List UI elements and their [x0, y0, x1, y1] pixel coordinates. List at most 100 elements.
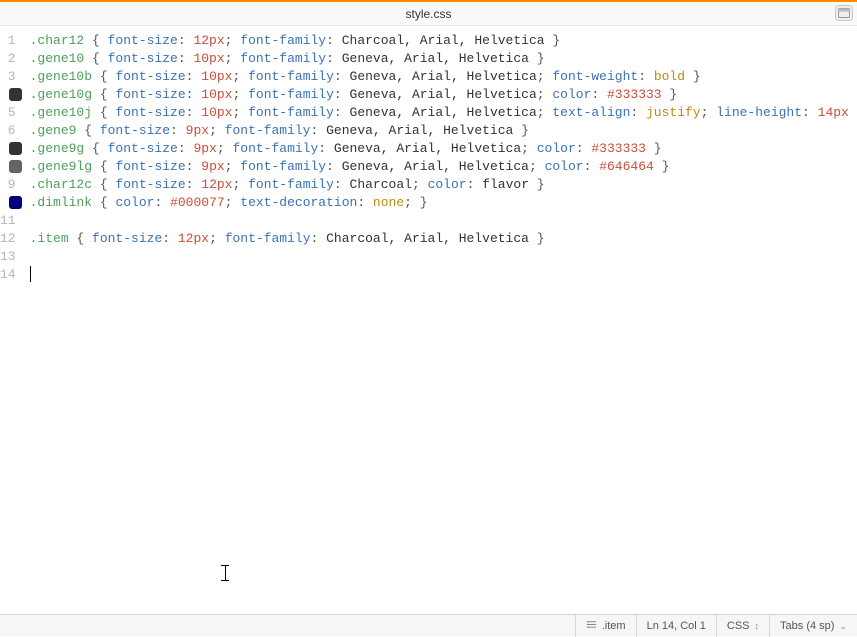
- selector-icon: [586, 615, 597, 637]
- code-line[interactable]: .gene10g { font-size: 10px; font-family:…: [30, 86, 857, 104]
- token-pun: ;: [217, 141, 233, 156]
- token-prop: font-family: [248, 87, 334, 102]
- line-number: 10: [0, 194, 16, 212]
- token-sel: .char12: [30, 33, 85, 48]
- editor[interactable]: 1234567891011121314 .char12 { font-size:…: [0, 26, 857, 614]
- line-number: 14: [0, 266, 16, 284]
- token-pun: {: [92, 87, 115, 102]
- token-sel: .gene10j: [30, 105, 92, 120]
- status-bar: .item Ln 14, Col 1 CSS ↕ Tabs (4 sp) ⌄: [0, 614, 857, 636]
- status-breadcrumb[interactable]: .item: [575, 615, 636, 637]
- color-swatch-icon: [9, 142, 22, 155]
- token-pun: ;: [225, 51, 241, 66]
- code-line[interactable]: [30, 248, 857, 266]
- token-pun: {: [76, 123, 99, 138]
- status-breadcrumb-text: .item: [602, 615, 626, 637]
- token-pun: {: [92, 69, 115, 84]
- token-num: 10px: [193, 51, 224, 66]
- gutter: 1234567891011121314: [0, 26, 24, 614]
- token-pun: :: [334, 87, 350, 102]
- token-str: Geneva, Arial, Helvetica: [350, 105, 537, 120]
- token-str: Geneva, Arial, Helvetica: [342, 159, 529, 174]
- token-pun: {: [92, 177, 115, 192]
- code-line[interactable]: .gene9g { font-size: 9px; font-family: G…: [30, 140, 857, 158]
- token-sel: .gene10b: [30, 69, 92, 84]
- code-line[interactable]: .gene10j { font-size: 10px; font-family:…: [30, 104, 857, 122]
- token-pun: ;: [537, 69, 553, 84]
- token-str: Charcoal: [350, 177, 412, 192]
- token-hash: #646464: [599, 159, 654, 174]
- token-sel: .dimlink: [30, 195, 92, 210]
- status-indent[interactable]: Tabs (4 sp) ⌄: [769, 615, 857, 637]
- token-pun: :: [186, 177, 202, 192]
- token-prop: font-family: [225, 231, 311, 246]
- token-pun: :: [178, 141, 194, 156]
- token-pun: }: [654, 159, 670, 174]
- code-line[interactable]: .dimlink { color: #000077; text-decorati…: [30, 194, 857, 212]
- token-prop: font-family: [240, 159, 326, 174]
- token-pun: ;: [225, 195, 241, 210]
- token-pun: ;: [232, 105, 248, 120]
- code-line[interactable]: .gene9lg { font-size: 9px; font-family: …: [30, 158, 857, 176]
- token-num: 14px: [818, 105, 849, 120]
- token-pun: ;: [232, 87, 248, 102]
- token-sel: .gene9: [30, 123, 77, 138]
- token-pun: }: [529, 231, 545, 246]
- chevron-down-icon: ⌄: [839, 615, 847, 637]
- token-prop: font-size: [100, 123, 170, 138]
- token-pun: :: [311, 123, 327, 138]
- line-number: 1: [0, 32, 16, 50]
- token-num: 9px: [186, 123, 209, 138]
- token-sel: .gene10g: [30, 87, 92, 102]
- code-line[interactable]: .gene10 { font-size: 10px; font-family: …: [30, 50, 857, 68]
- token-pun: }: [529, 51, 545, 66]
- token-pun: {: [92, 159, 115, 174]
- code-line[interactable]: [30, 212, 857, 230]
- token-kw: none: [373, 195, 404, 210]
- token-pun: :: [334, 105, 350, 120]
- token-pun: ;: [701, 105, 717, 120]
- token-kw: justify: [646, 105, 701, 120]
- color-swatch-icon: [9, 88, 22, 101]
- code-line[interactable]: .char12 { font-size: 12px; font-family: …: [30, 32, 857, 50]
- token-sel: .gene10: [30, 51, 85, 66]
- token-pun: :: [591, 87, 607, 102]
- code-line[interactable]: .gene9 { font-size: 9px; font-family: Ge…: [30, 122, 857, 140]
- token-hash: #000077: [170, 195, 225, 210]
- token-hash: #333333: [607, 87, 662, 102]
- status-indent-text: Tabs (4 sp): [780, 615, 834, 637]
- new-tab-button[interactable]: [835, 5, 853, 21]
- token-prop: font-size: [115, 69, 185, 84]
- tab-filename[interactable]: style.css: [0, 2, 857, 26]
- code-line[interactable]: .item { font-size: 12px; font-family: Ch…: [30, 230, 857, 248]
- code-line[interactable]: .char12c { font-size: 12px; font-family:…: [30, 176, 857, 194]
- status-language[interactable]: CSS ↕: [716, 615, 769, 637]
- token-pun: }: [849, 105, 857, 120]
- token-prop: font-weight: [552, 69, 638, 84]
- line-number: 11: [0, 212, 16, 230]
- token-sel: .gene9lg: [30, 159, 92, 174]
- token-pun: ;: [537, 105, 553, 120]
- token-prop: font-size: [115, 105, 185, 120]
- token-prop: font-family: [248, 177, 334, 192]
- status-position[interactable]: Ln 14, Col 1: [636, 615, 716, 637]
- code-line[interactable]: .gene10b { font-size: 10px; font-family:…: [30, 68, 857, 86]
- token-pun: :: [154, 195, 170, 210]
- code-line[interactable]: [30, 266, 857, 284]
- token-pun: :: [186, 69, 202, 84]
- token-pun: :: [162, 231, 178, 246]
- token-prop: color: [545, 159, 584, 174]
- token-prop: font-family: [248, 69, 334, 84]
- token-pun: ;: [232, 69, 248, 84]
- token-pun: }: [529, 177, 545, 192]
- line-number: 9: [0, 176, 16, 194]
- code-area[interactable]: .char12 { font-size: 12px; font-family: …: [24, 26, 857, 614]
- token-prop: color: [428, 177, 467, 192]
- token-str: Charcoal, Arial, Helvetica: [326, 231, 529, 246]
- token-pun: :: [802, 105, 818, 120]
- line-number: 3: [0, 68, 16, 86]
- token-pun: ;: [225, 159, 241, 174]
- token-pun: ;: [209, 123, 225, 138]
- token-num: 10px: [201, 69, 232, 84]
- token-sel: .char12c: [30, 177, 92, 192]
